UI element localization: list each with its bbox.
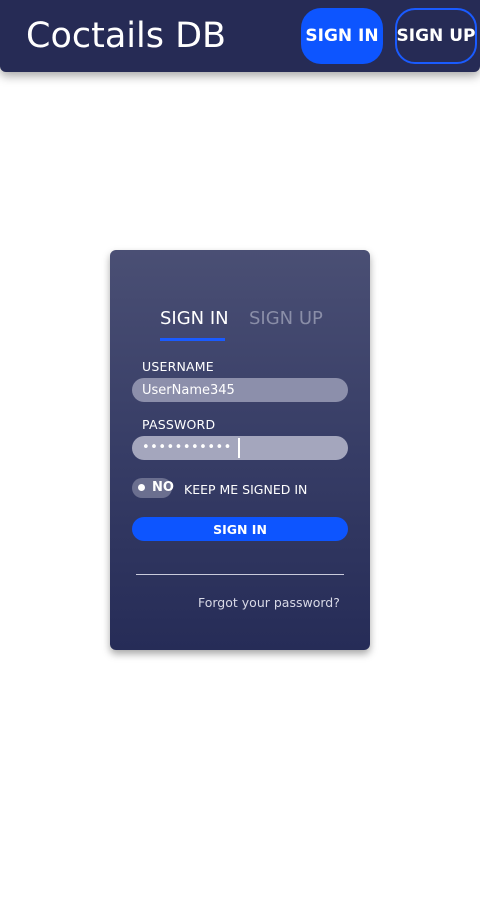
forgot-password-link[interactable]: Forgot your password? (198, 595, 340, 611)
password-value: ••••••••••• (142, 440, 232, 455)
keep-signed-in-toggle[interactable]: NO (132, 478, 174, 498)
text-cursor (237, 438, 240, 458)
tab-sign-up[interactable]: SIGN UP (249, 307, 323, 331)
username-value: UserName345 (142, 382, 235, 398)
toggle-state-text: NO (152, 480, 174, 495)
tab-sign-in[interactable]: SIGN IN (160, 307, 229, 331)
top-navbar: Coctails DB SIGN IN SIGN UP (0, 0, 480, 72)
toggle-knob (138, 484, 145, 491)
password-label: PASSWORD (142, 417, 216, 432)
username-label: USERNAME (142, 359, 214, 374)
divider (136, 574, 344, 575)
password-input[interactable]: ••••••••••• (132, 436, 348, 460)
keep-signed-in-label: KEEP ME SIGNED IN (184, 482, 308, 497)
brand-title: Coctails DB (26, 16, 227, 56)
nav-sign-in-button[interactable]: SIGN IN (301, 8, 383, 64)
active-tab-indicator (160, 338, 225, 341)
sign-in-submit-button[interactable]: SIGN IN (132, 517, 348, 541)
login-card: SIGN IN SIGN UP USERNAME UserName345 PAS… (110, 250, 370, 650)
username-input[interactable]: UserName345 (132, 378, 348, 402)
nav-sign-up-button[interactable]: SIGN UP (395, 8, 477, 64)
